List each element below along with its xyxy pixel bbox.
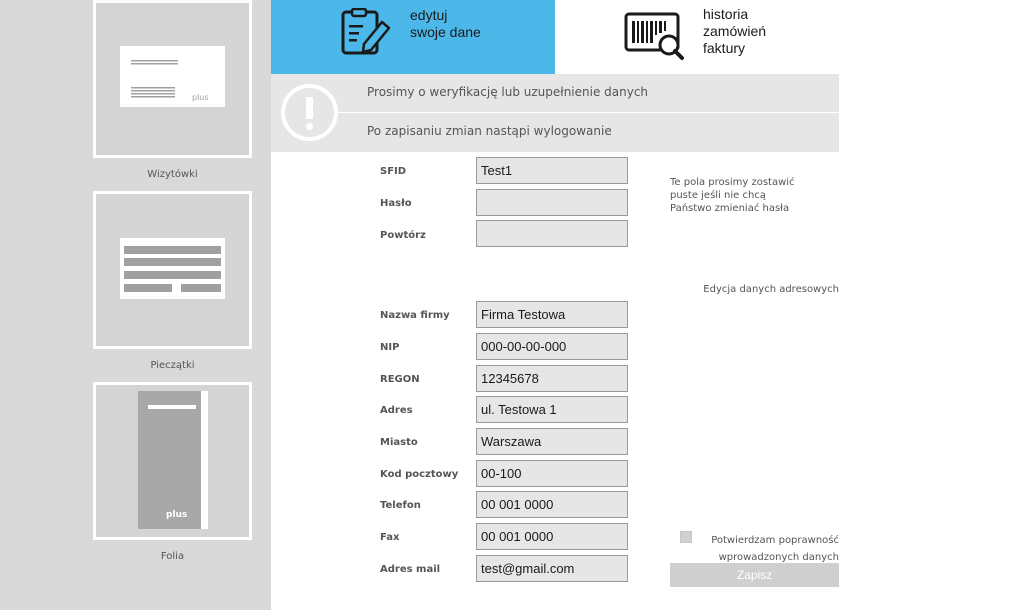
sfid-input[interactable] [476, 157, 628, 184]
password-label: Hasło [380, 198, 412, 209]
fax-input[interactable] [476, 523, 628, 550]
nip-label: NIP [380, 342, 400, 353]
password-input[interactable] [476, 189, 628, 216]
confirm-label-line1: Potwierdzam poprawność [711, 535, 839, 546]
street-label: Adres [380, 405, 413, 416]
sidebar-item-label: Pieczątki [150, 360, 195, 371]
tab-history-label-line1: historia [703, 6, 749, 22]
sidebar: plus Wizytówki Pieczątki plus Folia [0, 0, 271, 610]
tab-history-label-line3: faktury [703, 40, 746, 56]
foil-icon: plus [138, 391, 208, 529]
info-logout-text: Po zapisaniu zmian nastąpi wylogowanie [367, 124, 612, 138]
edit-address-link[interactable]: Edycja danych adresowych [703, 284, 839, 295]
product-card-business-cards[interactable]: plus [93, 0, 252, 158]
save-button[interactable]: Zapisz [670, 563, 839, 587]
city-label: Miasto [380, 437, 418, 448]
email-input[interactable] [476, 555, 628, 582]
tab-history-label-line2: zamówień [703, 23, 767, 39]
confirm-checkbox[interactable] [680, 531, 692, 543]
postal-code-input[interactable] [476, 460, 628, 487]
info-verify-text: Prosimy o weryfikację lub uzupełnienie d… [367, 85, 649, 99]
product-card-stamps[interactable] [93, 191, 252, 349]
password-repeat-input[interactable] [476, 220, 628, 247]
card-logo-text: plus [192, 93, 209, 102]
regon-label: REGON [380, 374, 420, 385]
sidebar-item-label: Folia [160, 551, 185, 562]
exclamation-icon [281, 84, 338, 141]
info-divider [337, 112, 839, 113]
company-name-label: Nazwa firmy [380, 310, 450, 321]
fax-label: Fax [380, 532, 400, 543]
tab-edit-label-line1: edytuj [410, 7, 448, 23]
regon-input[interactable] [476, 365, 628, 392]
phone-label: Telefon [380, 500, 421, 511]
nip-input[interactable] [476, 333, 628, 360]
company-name-input[interactable] [476, 301, 628, 328]
foil-logo-text: plus [166, 510, 187, 520]
edit-form-icon [341, 8, 391, 55]
city-input[interactable] [476, 428, 628, 455]
sidebar-item-label: Wizytówki [147, 169, 198, 180]
street-input[interactable] [476, 396, 628, 423]
tab-order-history[interactable]: historia zamówień faktury [555, 0, 839, 74]
password-repeat-label: Powtórz [380, 230, 426, 241]
info-banner: Prosimy o weryfikację lub uzupełnienie d… [271, 74, 839, 152]
barcode-search-icon [624, 12, 684, 60]
business-card-icon: plus [120, 46, 225, 107]
stamp-icon [120, 238, 225, 299]
tab-edit-data[interactable]: edytuj swoje dane [271, 0, 555, 74]
email-label: Adres mail [380, 564, 441, 575]
postal-code-label: Kod pocztowy [380, 469, 459, 480]
product-card-foil[interactable]: plus [93, 382, 252, 540]
sfid-label: SFID [380, 166, 407, 177]
password-hint: Te pola prosimy zostawić puste jeśli nie… [670, 177, 795, 214]
tab-edit-label-line2: swoje dane [410, 24, 481, 40]
phone-input[interactable] [476, 491, 628, 518]
